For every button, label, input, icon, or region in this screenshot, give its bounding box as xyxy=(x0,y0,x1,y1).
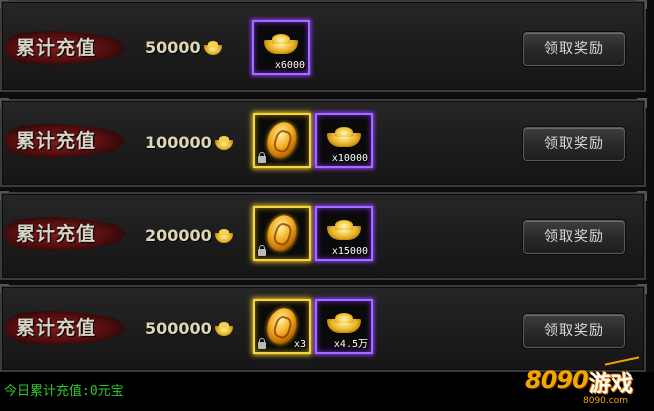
lock-icon xyxy=(258,245,266,256)
amount-value: 100000 xyxy=(145,133,212,152)
brand-url: 8090.com xyxy=(583,396,628,406)
reward-row: 累计充值 100000 x10000 领取奖励 xyxy=(0,98,647,187)
ingot-icon xyxy=(214,321,233,336)
reward-slot[interactable]: x4.5万 xyxy=(315,299,373,354)
amount-value: 500000 xyxy=(145,319,212,338)
reward-row: 累计充值 200000 x15000 领取奖励 xyxy=(0,191,647,280)
reward-slot[interactable]: x6000 xyxy=(252,20,310,75)
claim-reward-button[interactable]: 领取奖励 xyxy=(523,32,625,66)
reward-row: 累计充值 500000 x3 x4.5万 领取奖励 xyxy=(0,284,647,372)
golden-egg-icon xyxy=(263,211,301,255)
reward-quantity: x15000 xyxy=(331,246,368,257)
recharge-amount: 200000 xyxy=(145,224,233,248)
gold-ingot-icon xyxy=(327,220,361,240)
gold-ingot-icon xyxy=(264,34,298,54)
lock-icon xyxy=(258,152,266,163)
reward-slot[interactable] xyxy=(253,206,311,261)
reward-quantity: x6000 xyxy=(274,60,305,71)
claim-reward-button[interactable]: 领取奖励 xyxy=(523,314,625,348)
recharge-amount: 50000 xyxy=(145,36,222,60)
brand-name: 游戏 xyxy=(589,372,634,397)
today-recharge-total: 今日累计充值:0元宝 xyxy=(4,384,124,399)
claim-reward-button[interactable]: 领取奖励 xyxy=(523,127,625,161)
reward-row: 累计充值 50000 x6000 领取奖励 xyxy=(0,0,647,92)
amount-value: 50000 xyxy=(145,38,201,57)
ribbon-label: 累计充值 xyxy=(16,37,97,59)
reward-slot[interactable] xyxy=(253,113,311,168)
ingot-icon xyxy=(214,135,233,150)
ingot-icon xyxy=(203,40,222,55)
amount-value: 200000 xyxy=(145,226,212,245)
recharge-amount: 500000 xyxy=(145,317,233,341)
claim-reward-button[interactable]: 领取奖励 xyxy=(523,220,625,254)
recharge-amount: 100000 xyxy=(145,131,233,155)
ribbon-label: 累计充值 xyxy=(16,317,97,339)
reward-quantity: x4.5万 xyxy=(333,339,368,350)
golden-egg-icon xyxy=(263,118,301,162)
ribbon-label: 累计充值 xyxy=(16,130,97,152)
lock-icon xyxy=(258,338,266,349)
reward-quantity: x3 xyxy=(293,339,306,350)
reward-slot[interactable]: x3 xyxy=(253,299,311,354)
gold-ingot-icon xyxy=(327,313,361,333)
gold-ingot-icon xyxy=(327,127,361,147)
ribbon-label: 累计充值 xyxy=(16,223,97,245)
brand-watermark: 8090 游戏 8090.com xyxy=(525,356,653,410)
brand-number: 8090 xyxy=(525,366,589,394)
reward-slot[interactable]: x15000 xyxy=(315,206,373,261)
reward-quantity: x10000 xyxy=(331,153,368,164)
reward-slot[interactable]: x10000 xyxy=(315,113,373,168)
ingot-icon xyxy=(214,228,233,243)
